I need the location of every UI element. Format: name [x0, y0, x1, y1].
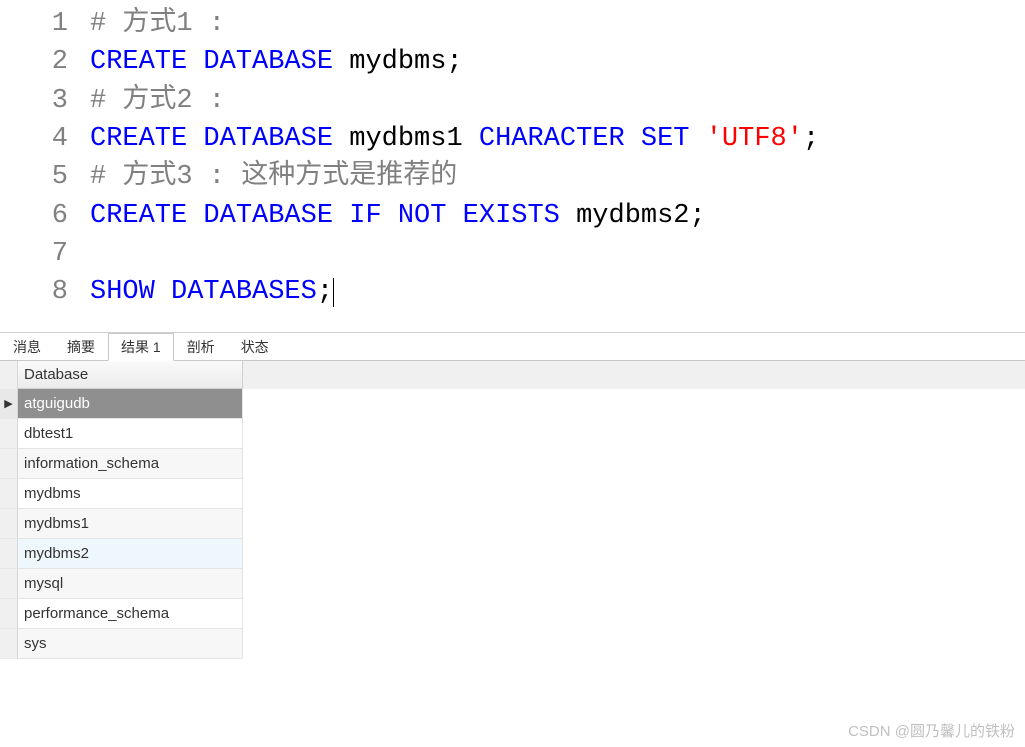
row-pointer — [0, 629, 18, 659]
cell-database[interactable]: mydbms1 — [18, 509, 243, 539]
row-pointer — [0, 509, 18, 539]
line-number: 3 — [0, 82, 90, 120]
grid-header: Database — [0, 361, 1025, 389]
cell-database[interactable]: performance_schema — [18, 599, 243, 629]
code-line[interactable]: 5# 方式3 : 这种方式是推荐的 — [0, 158, 1025, 196]
cell-database[interactable]: dbtest1 — [18, 419, 243, 449]
code-line[interactable]: 1# 方式1 : — [0, 5, 1025, 43]
tab-结果 1[interactable]: 结果 1 — [108, 333, 174, 361]
tab-剖析[interactable]: 剖析 — [174, 333, 228, 361]
watermark: CSDN @圆乃馨儿的铁粉 — [848, 720, 1015, 741]
row-pointer — [0, 419, 18, 449]
code-content[interactable]: # 方式1 : — [90, 5, 1025, 43]
cell-database[interactable]: mysql — [18, 569, 243, 599]
code-editor[interactable]: 1# 方式1 :2CREATE DATABASE mydbms;3# 方式2 :… — [0, 0, 1025, 332]
cell-database[interactable]: atguigudb — [18, 389, 243, 419]
line-number: 2 — [0, 43, 90, 81]
cell-database[interactable]: sys — [18, 629, 243, 659]
row-pointer — [0, 479, 18, 509]
code-line[interactable]: 6CREATE DATABASE IF NOT EXISTS mydbms2; — [0, 197, 1025, 235]
column-header-database[interactable]: Database — [18, 361, 243, 389]
code-content[interactable]: SHOW DATABASES; — [90, 273, 1025, 311]
code-line[interactable]: 2CREATE DATABASE mydbms; — [0, 43, 1025, 81]
tab-状态[interactable]: 状态 — [228, 333, 282, 361]
code-line[interactable]: 7 — [0, 235, 1025, 273]
code-line[interactable]: 3# 方式2 : — [0, 82, 1025, 120]
code-content[interactable]: CREATE DATABASE mydbms; — [90, 43, 1025, 81]
table-row[interactable]: mydbms1 — [0, 509, 1025, 539]
line-number: 4 — [0, 120, 90, 158]
code-line[interactable]: 4CREATE DATABASE mydbms1 CHARACTER SET '… — [0, 120, 1025, 158]
table-row[interactable]: mydbms — [0, 479, 1025, 509]
tab-消息[interactable]: 消息 — [0, 333, 54, 361]
table-row[interactable]: information_schema — [0, 449, 1025, 479]
results-panel: 消息摘要结果 1剖析状态 Database ▶atguigudbdbtest1i… — [0, 332, 1025, 659]
row-pointer-header — [0, 361, 18, 389]
cell-database[interactable]: mydbms — [18, 479, 243, 509]
table-row[interactable]: dbtest1 — [0, 419, 1025, 449]
line-number: 7 — [0, 235, 90, 273]
table-row[interactable]: mydbms2 — [0, 539, 1025, 569]
code-content[interactable]: # 方式3 : 这种方式是推荐的 — [90, 158, 1025, 196]
line-number: 6 — [0, 197, 90, 235]
row-pointer — [0, 539, 18, 569]
row-pointer: ▶ — [0, 389, 18, 419]
code-line[interactable]: 8SHOW DATABASES; — [0, 273, 1025, 311]
line-number: 5 — [0, 158, 90, 196]
row-pointer — [0, 599, 18, 629]
code-content[interactable]: CREATE DATABASE mydbms1 CHARACTER SET 'U… — [90, 120, 1025, 158]
table-row[interactable]: sys — [0, 629, 1025, 659]
line-number: 1 — [0, 5, 90, 43]
tab-摘要[interactable]: 摘要 — [54, 333, 108, 361]
code-content[interactable] — [90, 235, 1025, 273]
text-cursor — [333, 278, 334, 308]
cell-database[interactable]: information_schema — [18, 449, 243, 479]
code-content[interactable]: CREATE DATABASE IF NOT EXISTS mydbms2; — [90, 197, 1025, 235]
tabs-bar: 消息摘要结果 1剖析状态 — [0, 333, 1025, 361]
row-pointer — [0, 569, 18, 599]
cell-database[interactable]: mydbms2 — [18, 539, 243, 569]
table-row[interactable]: ▶atguigudb — [0, 389, 1025, 419]
result-grid[interactable]: Database ▶atguigudbdbtest1information_sc… — [0, 360, 1025, 659]
table-row[interactable]: performance_schema — [0, 599, 1025, 629]
row-pointer — [0, 449, 18, 479]
table-row[interactable]: mysql — [0, 569, 1025, 599]
line-number: 8 — [0, 273, 90, 311]
code-content[interactable]: # 方式2 : — [90, 82, 1025, 120]
